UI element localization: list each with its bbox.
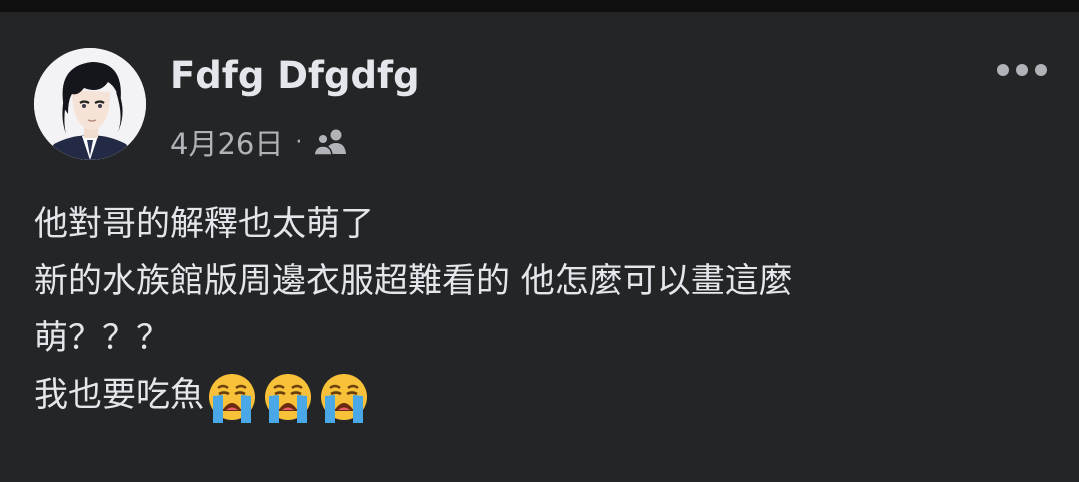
meta-separator: ·: [295, 129, 303, 155]
post-line: 新的水族館版周邊衣服超難看的 他怎麼可以畫這麼: [34, 261, 793, 301]
friends-icon[interactable]: [312, 128, 348, 156]
post-date[interactable]: 4月26日: [170, 121, 283, 163]
post-line: 他對哥的解釋也太萌了: [34, 204, 374, 244]
loudly-crying-face-icon: [209, 373, 255, 423]
post-text: 他對哥的解釋也太萌了 新的水族館版周邊衣服超難看的 他怎麼可以畫這麼 萌？？？ …: [34, 196, 1064, 424]
loudly-crying-face-icon: [265, 373, 311, 423]
post-line-last: 我也要吃魚: [34, 367, 1064, 424]
post-meta: 4月26日 ·: [170, 122, 348, 162]
post-line: 我也要吃魚: [34, 375, 204, 415]
loudly-crying-face-icon: [321, 373, 367, 423]
post-line: 萌？？？: [34, 318, 170, 358]
top-edge-bar: [0, 0, 1079, 12]
more-options-button[interactable]: [990, 50, 1054, 90]
author-name[interactable]: Fdfg Dfgdfg: [170, 50, 420, 102]
avatar[interactable]: [34, 48, 146, 160]
more-horizontal-icon: [997, 64, 1047, 76]
emoji-group: [206, 371, 370, 423]
